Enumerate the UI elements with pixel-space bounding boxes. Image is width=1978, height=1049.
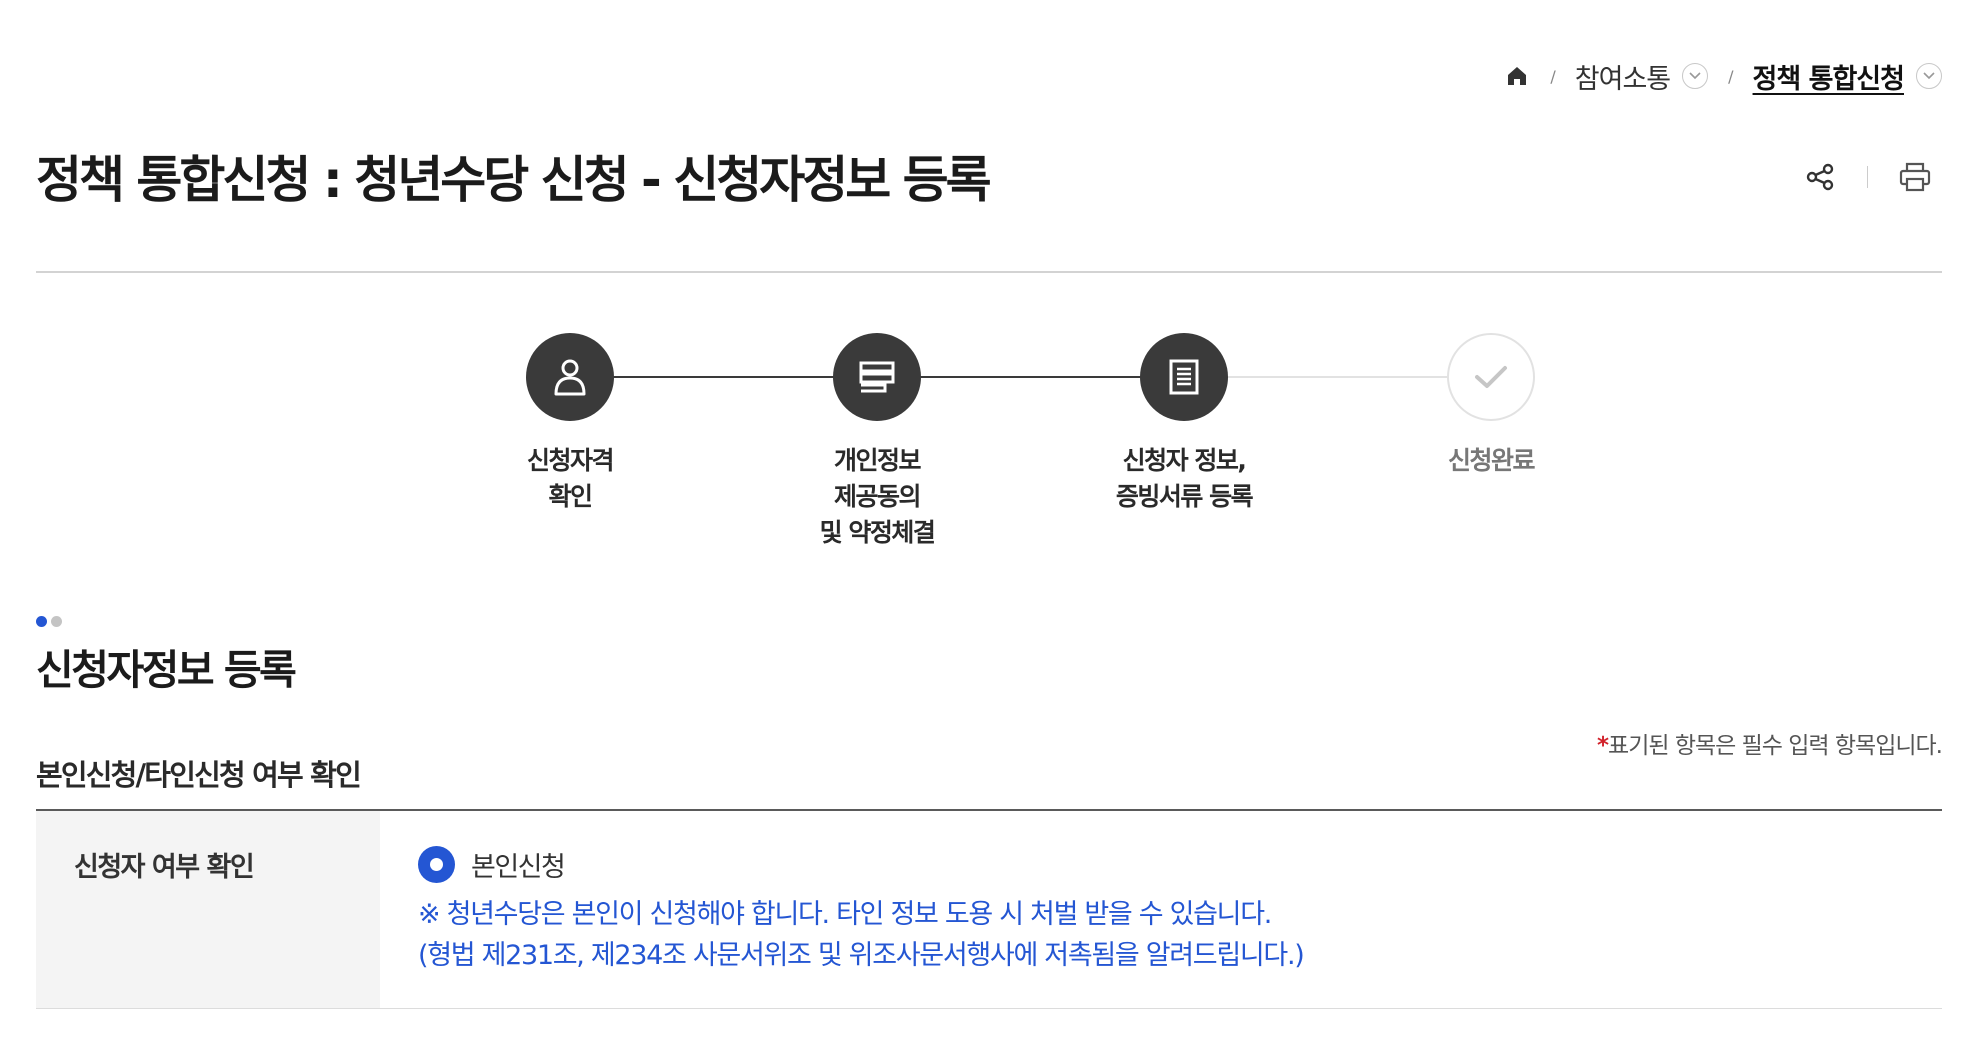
print-button[interactable] (1896, 158, 1934, 196)
notice-line-2: (형법 제231조, 제234조 사문서위조 및 위조사문서행사에 저촉됨을 알… (418, 940, 1305, 971)
step-circle (1140, 333, 1228, 421)
page-title: 정책 통합신청 : 청년수당 신청 - 신청자정보 등록 (36, 151, 992, 209)
applicant-form-table: 신청자 여부 확인 본인신청 ※ 청년수당은 본인이 신청해야 합니다. 타인 … (36, 809, 1942, 1009)
chevron-down-icon[interactable] (1682, 63, 1709, 89)
breadcrumb-item-label: 참여소통 (1574, 63, 1671, 95)
self-apply-radio[interactable]: 본인신청 (418, 845, 1942, 884)
step-circle (1447, 333, 1535, 421)
required-mark: * (1597, 733, 1609, 759)
dot-inactive (51, 616, 62, 627)
breadcrumb-separator: / (1550, 66, 1555, 86)
row-label: 신청자 여부 확인 (36, 811, 380, 1008)
section-subtitle: 본인신청/타인신청 여부 확인 (36, 758, 362, 792)
home-icon (1508, 67, 1527, 85)
title-tools (1801, 158, 1934, 196)
step-complete: 신청완료 (1391, 333, 1591, 479)
share-icon (1806, 163, 1834, 191)
step-eligibility: 신청자격 확인 (470, 333, 670, 515)
step-consent: 개인정보 제공동의 및 약정체결 (777, 333, 977, 551)
step-label: 신청완료 (1447, 446, 1536, 475)
document-icon (1169, 359, 1199, 395)
breadcrumb-item-label: 정책 통합신청 (1752, 63, 1905, 95)
check-icon (1475, 366, 1507, 388)
dot-active (36, 616, 47, 627)
step-circle (833, 333, 921, 421)
step-label: 신청자격 확인 (526, 446, 615, 511)
section-title: 신청자정보 등록 (36, 646, 297, 694)
step-applicant-info: 신청자 정보, 증빙서류 등록 (1084, 333, 1284, 515)
breadcrumb-separator: / (1728, 66, 1733, 86)
breadcrumb-home[interactable] (1504, 63, 1530, 89)
chevron-down-icon[interactable] (1916, 63, 1942, 89)
person-icon (554, 359, 586, 396)
progress-steps: 신청자격 확인 개인정보 제공동의 및 약정체결 신청자 정보, 증빙서류 등록 (470, 333, 1536, 573)
step-label: 개인정보 제공동의 및 약정체결 (819, 446, 936, 547)
required-note-text: 표기된 항목은 필수 입력 항목입니다. (1608, 733, 1943, 759)
radio-label: 본인신청 (471, 852, 566, 883)
notice-line-1: ※ 청년수당은 본인이 신청해야 합니다. 타인 정보 도용 시 처벌 받을 수… (418, 899, 1272, 930)
breadcrumb-item-policy-apply[interactable]: 정책 통합신청 (1753, 57, 1942, 96)
section-title-dots (36, 616, 62, 627)
breadcrumb: / 참여소통 / 정책 통합신청 (1504, 54, 1942, 98)
title-divider (36, 271, 1942, 273)
consent-icon (859, 361, 895, 393)
row-content: 본인신청 ※ 청년수당은 본인이 신청해야 합니다. 타인 정보 도용 시 처벌… (380, 811, 1942, 1008)
print-icon (1899, 162, 1931, 192)
required-note: *표기된 항목은 필수 입력 항목입니다. (1597, 726, 1943, 760)
tool-divider (1867, 166, 1868, 188)
share-button[interactable] (1801, 158, 1839, 196)
step-label: 신청자 정보, 증빙서류 등록 (1115, 446, 1254, 511)
step-circle (526, 333, 614, 421)
notice-text: ※ 청년수당은 본인이 신청해야 합니다. 타인 정보 도용 시 처벌 받을 수… (418, 894, 1942, 976)
radio-checked-icon[interactable] (418, 846, 455, 883)
breadcrumb-item-participation[interactable]: 참여소통 (1574, 57, 1709, 96)
